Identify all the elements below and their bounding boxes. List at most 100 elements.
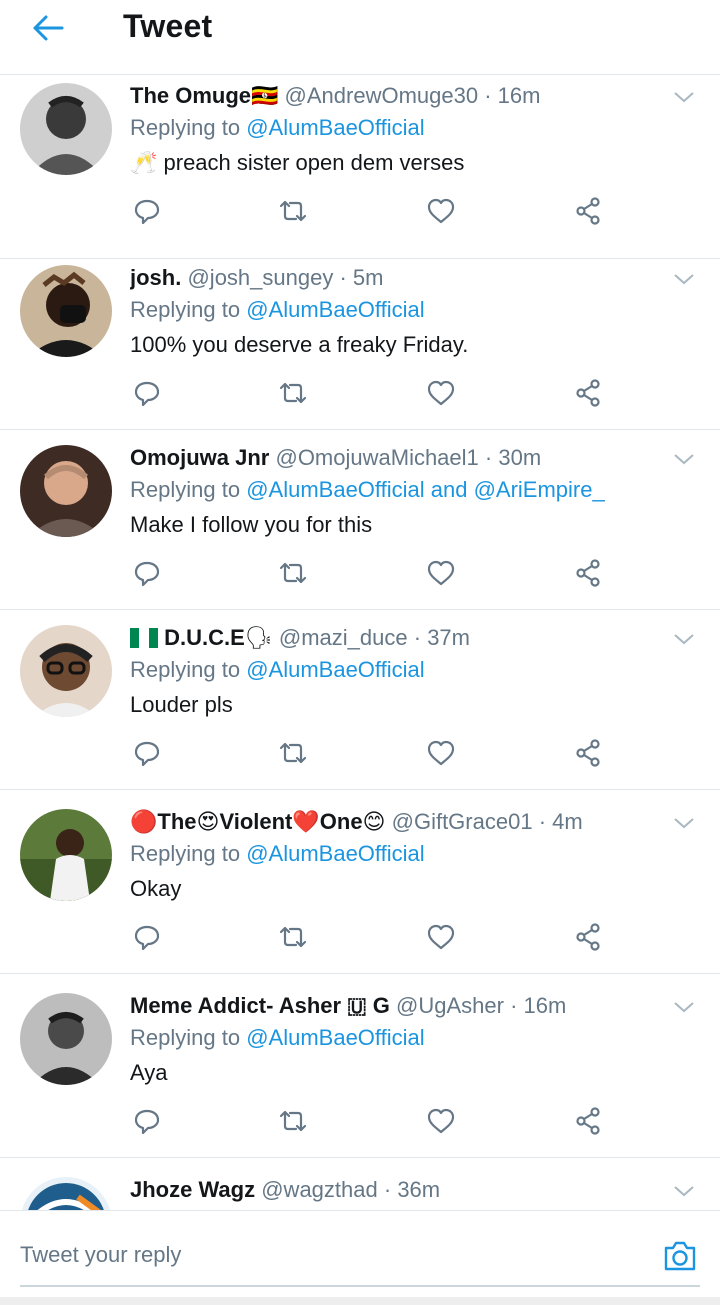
chevron-down-icon[interactable]: [672, 87, 696, 107]
display-name[interactable]: josh.: [130, 265, 181, 290]
chevron-down-icon[interactable]: [672, 449, 696, 469]
separator: ·: [339, 265, 347, 290]
mention-link[interactable]: @AlumBaeOfficial: [246, 115, 424, 140]
tweet-actions: [130, 378, 610, 408]
like-icon: [427, 1108, 455, 1134]
tweet-item[interactable]: D.U.C.E🗣 @mazi_duce · 37m Replying to @A…: [0, 606, 720, 790]
avatar[interactable]: [20, 625, 112, 717]
handle[interactable]: @GiftGrace01: [392, 809, 533, 834]
share-button[interactable]: [573, 196, 603, 226]
share-button[interactable]: [573, 378, 603, 408]
replying-label: Replying to: [130, 477, 241, 502]
retweet-button[interactable]: [278, 922, 308, 952]
handle[interactable]: @UgAsher: [396, 993, 504, 1018]
timestamp: 30m: [498, 445, 542, 470]
chevron-down-icon[interactable]: [672, 269, 696, 289]
share-icon: [576, 923, 600, 951]
mention-link[interactable]: @AlumBaeOfficial and @AriEmpire_: [246, 477, 605, 502]
tweet-item[interactable]: The Omuge🇺🇬 @AndrewOmuge30 · 16m Replyin…: [0, 75, 720, 259]
chevron-down-icon[interactable]: [672, 629, 696, 649]
avatar[interactable]: [20, 265, 112, 357]
share-button[interactable]: [573, 558, 603, 588]
mention-link[interactable]: @AlumBaeOfficial: [246, 1025, 424, 1050]
avatar[interactable]: [20, 83, 112, 175]
app-header: Tweet: [0, 0, 720, 75]
reply-input[interactable]: [20, 1225, 700, 1287]
separator: ·: [413, 625, 422, 650]
mention-link[interactable]: @AlumBaeOfficial: [246, 297, 424, 322]
tweet-actions: [130, 922, 610, 952]
handle[interactable]: @OmojuwaMichael1: [275, 445, 478, 470]
like-button[interactable]: [426, 1106, 456, 1136]
reply-button[interactable]: [132, 738, 162, 768]
reply-button[interactable]: [132, 922, 162, 952]
like-button[interactable]: [426, 378, 456, 408]
tweet-text: 🥂 preach sister open dem verses: [130, 150, 465, 175]
share-icon: [576, 559, 600, 587]
display-name[interactable]: Meme Addict- Asher 🇺 G: [130, 993, 390, 1018]
avatar[interactable]: [20, 1177, 112, 1210]
share-button[interactable]: [573, 922, 603, 952]
chevron-down-icon[interactable]: [672, 997, 696, 1017]
display-name[interactable]: The Omuge: [130, 83, 251, 108]
avatar[interactable]: [20, 993, 112, 1085]
avatar[interactable]: [20, 809, 112, 901]
mention-link[interactable]: @AlumBaeOfficial: [246, 657, 424, 682]
mention-link[interactable]: @AlumBaeOfficial: [246, 841, 424, 866]
tweet-item[interactable]: Omojuwa Jnr @OmojuwaMichael1 · 30m Reply…: [0, 426, 720, 610]
tweet-header: The Omuge🇺🇬 @AndrewOmuge30 · 16m: [130, 83, 658, 109]
display-name[interactable]: Jhoze Wagz: [130, 1177, 255, 1202]
retweet-button[interactable]: [278, 196, 308, 226]
tweet-text: 100% you deserve a freaky Friday.: [130, 332, 469, 357]
camera-button[interactable]: [662, 1239, 698, 1273]
reply-button[interactable]: [132, 378, 162, 408]
replying-label: Replying to: [130, 115, 241, 140]
back-button[interactable]: [26, 10, 70, 46]
share-icon: [576, 1107, 600, 1135]
reply-button[interactable]: [132, 558, 162, 588]
tweet-item[interactable]: Jhoze Wagz @wagzthad · 36m: [0, 1158, 720, 1210]
arrow-left-icon: [33, 15, 64, 41]
handle[interactable]: @josh_sungey: [187, 265, 333, 290]
retweet-icon: [279, 200, 307, 222]
handle[interactable]: @wagzthad: [261, 1177, 378, 1202]
separator: ·: [484, 83, 492, 108]
display-name[interactable]: Omojuwa Jnr: [130, 445, 269, 470]
display-name[interactable]: 🔴The😍Violent❤️One😊: [130, 809, 386, 834]
display-name[interactable]: D.U.C.E: [164, 625, 245, 650]
like-button[interactable]: [426, 558, 456, 588]
tweet-item[interactable]: josh. @josh_sungey · 5m Replying to @Alu…: [0, 246, 720, 430]
reply-icon: [134, 741, 160, 767]
like-button[interactable]: [426, 922, 456, 952]
retweet-button[interactable]: [278, 738, 308, 768]
replying-to: Replying to @AlumBaeOfficial: [130, 1025, 425, 1051]
replying-to: Replying to @AlumBaeOfficial: [130, 115, 425, 141]
share-button[interactable]: [573, 1106, 603, 1136]
retweet-icon: [279, 562, 307, 584]
retweet-button[interactable]: [278, 1106, 308, 1136]
tweet-header: Jhoze Wagz @wagzthad · 36m: [130, 1177, 658, 1203]
chevron-down-icon[interactable]: [672, 813, 696, 833]
reply-button[interactable]: [132, 1106, 162, 1136]
reply-icon: [134, 199, 160, 225]
handle[interactable]: @AndrewOmuge30: [285, 83, 479, 108]
reply-button[interactable]: [132, 196, 162, 226]
tweet-actions: [130, 196, 610, 226]
retweet-button[interactable]: [278, 558, 308, 588]
avatar[interactable]: [20, 445, 112, 537]
tweet-header: 🔴The😍Violent❤️One😊 @GiftGrace01 · 4m: [130, 809, 658, 835]
retweet-button[interactable]: [278, 378, 308, 408]
share-button[interactable]: [573, 738, 603, 768]
chevron-down-icon[interactable]: [672, 1181, 696, 1201]
like-button[interactable]: [426, 196, 456, 226]
separator: ·: [484, 445, 493, 470]
tweet-item[interactable]: Meme Addict- Asher 🇺 G @UgAsher · 16m Re…: [0, 974, 720, 1158]
timestamp: 36m: [397, 1177, 441, 1202]
share-icon: [576, 739, 600, 767]
retweet-icon: [279, 382, 307, 404]
handle[interactable]: @mazi_duce: [279, 625, 408, 650]
like-button[interactable]: [426, 738, 456, 768]
reply-list[interactable]: The Omuge🇺🇬 @AndrewOmuge30 · 16m Replyin…: [0, 75, 720, 1210]
bottom-bar: [0, 1297, 720, 1305]
tweet-item[interactable]: 🔴The😍Violent❤️One😊 @GiftGrace01 · 4m Rep…: [0, 790, 720, 974]
